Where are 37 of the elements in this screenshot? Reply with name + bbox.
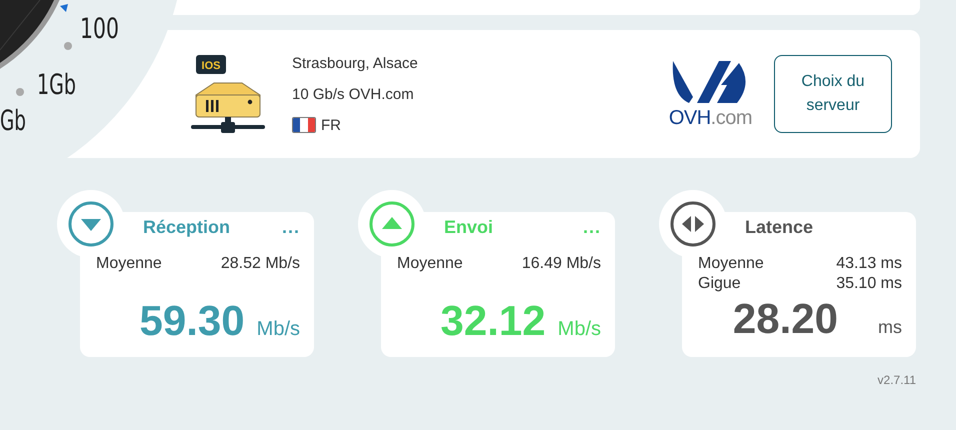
stat-number: 32.12 xyxy=(440,297,546,345)
stat-unit: ms xyxy=(878,317,902,338)
stat-number: 28.20 xyxy=(732,295,838,343)
more-link[interactable]: ... xyxy=(582,216,601,238)
download-icon xyxy=(67,200,115,248)
gauge-dot xyxy=(64,42,72,50)
stat-value: 16.49 Mb/s xyxy=(522,254,601,274)
version-label: v2.7.11 xyxy=(878,373,916,387)
stat-label: Gigue xyxy=(698,274,741,294)
country-code: FR xyxy=(321,116,341,134)
server-choice-button[interactable]: Choix du serveur xyxy=(774,55,892,133)
latency-icon xyxy=(669,200,717,248)
stat-title: Envoi xyxy=(444,216,494,238)
stat-value: 43.13 ms xyxy=(836,254,902,274)
stat-value: 35.10 ms xyxy=(836,274,902,294)
server-sponsor: 10 Gb/s OVH.com xyxy=(292,86,415,102)
upload-icon xyxy=(368,200,416,248)
stat-unit: Mb/s xyxy=(558,318,601,341)
stat-label: Moyenne xyxy=(96,254,162,274)
stat-unit: Mb/s xyxy=(256,318,300,341)
gauge-dot xyxy=(16,88,24,96)
gauge-label: 1Gb xyxy=(37,68,94,101)
stat-label: Moyenne xyxy=(397,254,463,274)
gauge-label: Gb xyxy=(0,104,40,137)
server-location: Strasbourg, Alsace xyxy=(292,54,418,72)
stat-title: Latence xyxy=(745,216,814,238)
logo-text: OVH.com xyxy=(668,106,752,130)
stat-title: Réception xyxy=(143,216,230,238)
flag-icon xyxy=(292,117,316,133)
stat-number: 59.30 xyxy=(140,297,245,345)
stat-label: Moyenne xyxy=(698,254,764,274)
gauge-tick-icon xyxy=(60,4,68,12)
gauge-label: 100 xyxy=(80,12,134,45)
more-link[interactable]: ... xyxy=(282,216,300,238)
tag-label: IOS xyxy=(196,55,226,74)
server-icon xyxy=(191,82,265,133)
stat-value: 28.52 Mb/s xyxy=(220,254,300,274)
